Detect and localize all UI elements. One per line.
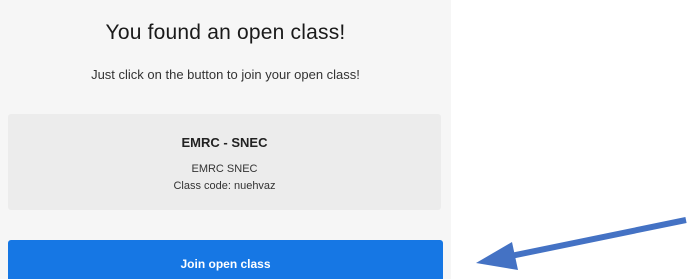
pointer-arrow-icon [476,217,687,270]
arrow-head [476,242,518,270]
arrow-shaft [505,217,687,260]
page: You found an open class! Just click on t… [0,0,687,279]
